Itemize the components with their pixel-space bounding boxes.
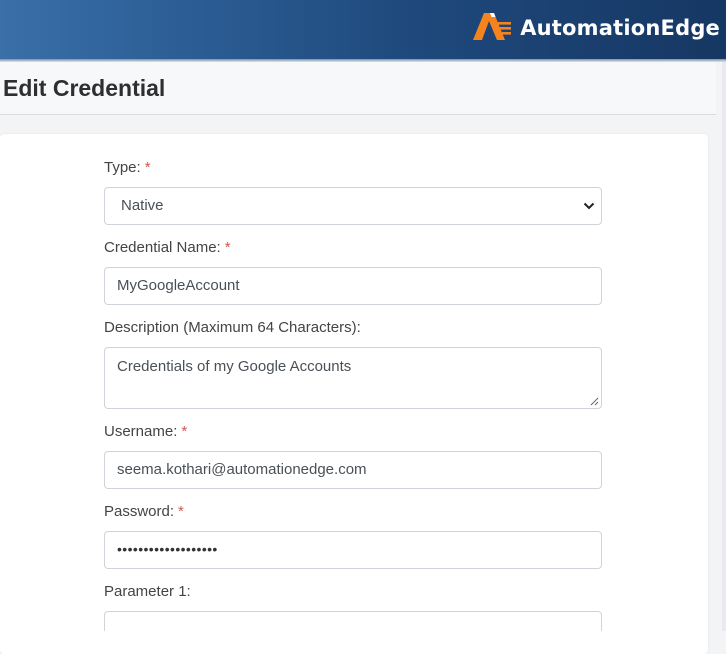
type-label: Type: * [104,159,151,176]
username-input[interactable]: seema.kothari@automationedge.com [104,451,602,489]
password-input[interactable]: ••••••••••••••••••• [104,531,602,569]
top-navbar: AutomationEdge [0,0,726,59]
required-marker: * [178,503,184,520]
parameter-1-label-text: Parameter 1: [104,583,191,600]
password-masked-value: ••••••••••••••••••• [117,541,218,557]
username-label: Username: * [104,423,187,440]
resize-handle-icon[interactable] [590,397,599,406]
credential-name-value: MyGoogleAccount [117,277,240,294]
password-label: Password: * [104,503,184,520]
brand-name: AutomationEdge [520,16,720,40]
page-header: Edit Credential [0,62,716,115]
type-label-text: Type: [104,159,141,176]
parameter-1-label: Parameter 1: [104,583,191,600]
credential-name-label-text: Credential Name: [104,239,221,256]
description-label-text: Description (Maximum 64 Characters): [104,319,361,336]
parameter-1-input[interactable] [104,611,602,631]
required-marker: * [224,239,231,256]
username-label-text: Username: [104,423,178,440]
description-textarea[interactable]: Credentials of my Google Accounts [104,347,602,409]
automationedge-logo-icon [473,13,512,40]
brand-logo[interactable]: AutomationEdge [473,8,720,42]
type-select-value: Native [121,197,164,214]
username-value: seema.kothari@automationedge.com [117,461,367,478]
type-select[interactable]: Native [104,187,602,225]
credential-name-label: Credential Name: * [104,239,231,256]
description-value: Credentials of my Google Accounts [117,358,352,375]
scrollbar-track[interactable] [722,62,726,631]
chevron-down-icon [583,202,595,210]
credential-name-input[interactable]: MyGoogleAccount [104,267,602,305]
password-label-text: Password: [104,503,175,520]
description-label: Description (Maximum 64 Characters): [104,319,361,336]
page-title: Edit Credential [3,75,166,101]
required-marker: * [144,159,151,176]
required-marker: * [181,423,188,440]
